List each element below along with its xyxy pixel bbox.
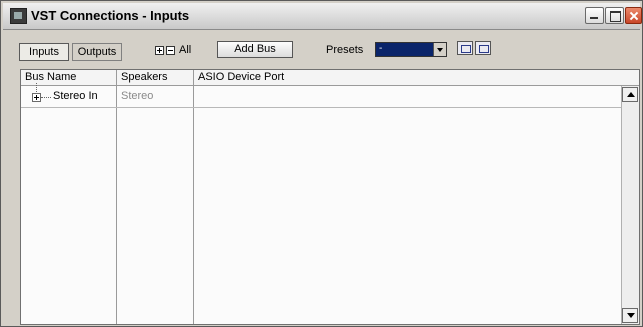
presets-dropdown[interactable]: - bbox=[375, 42, 447, 57]
column-header-asio-device-port[interactable]: ASIO Device Port bbox=[194, 70, 639, 86]
bus-name-cell[interactable]: Stereo In bbox=[53, 90, 98, 102]
maximize-button[interactable] bbox=[605, 7, 624, 24]
scroll-up-icon[interactable] bbox=[622, 87, 638, 102]
presets-label: Presets bbox=[326, 44, 364, 56]
tab-inputs[interactable]: Inputs bbox=[19, 43, 69, 61]
table-row[interactable]: Stereo In Stereo bbox=[21, 83, 622, 108]
column-divider bbox=[193, 86, 194, 324]
bus-table: Bus Name Speakers ASIO Device Port Stere… bbox=[20, 69, 640, 325]
column-header-speakers[interactable]: Speakers bbox=[117, 70, 194, 86]
expand-all-icon[interactable] bbox=[155, 45, 164, 55]
all-label: All bbox=[179, 44, 192, 56]
title-bar[interactable]: VST Connections - Inputs bbox=[3, 3, 642, 30]
scroll-down-icon[interactable] bbox=[622, 308, 638, 323]
store-preset-icon[interactable] bbox=[457, 41, 473, 55]
tree-line bbox=[41, 97, 51, 98]
vst-app-icon bbox=[10, 8, 27, 24]
expand-collapse-all[interactable]: All bbox=[155, 43, 191, 57]
column-divider bbox=[116, 86, 117, 324]
remove-preset-icon[interactable] bbox=[475, 41, 491, 55]
window-title: VST Connections - Inputs bbox=[31, 8, 190, 23]
add-bus-button[interactable]: Add Bus bbox=[217, 41, 293, 58]
close-button[interactable] bbox=[625, 7, 642, 24]
expand-icon[interactable] bbox=[32, 93, 41, 102]
tab-outputs[interactable]: Outputs bbox=[72, 43, 122, 61]
presets-selected-value: - bbox=[379, 43, 383, 54]
minimize-button[interactable] bbox=[585, 7, 604, 24]
collapse-all-icon[interactable] bbox=[166, 45, 175, 55]
tree-line bbox=[36, 83, 37, 92]
vst-connections-window: VST Connections - Inputs Inputs Outputs … bbox=[0, 0, 643, 327]
speakers-cell[interactable]: Stereo bbox=[121, 90, 153, 102]
vertical-scrollbar[interactable] bbox=[621, 86, 639, 324]
chevron-down-icon[interactable] bbox=[433, 43, 446, 56]
